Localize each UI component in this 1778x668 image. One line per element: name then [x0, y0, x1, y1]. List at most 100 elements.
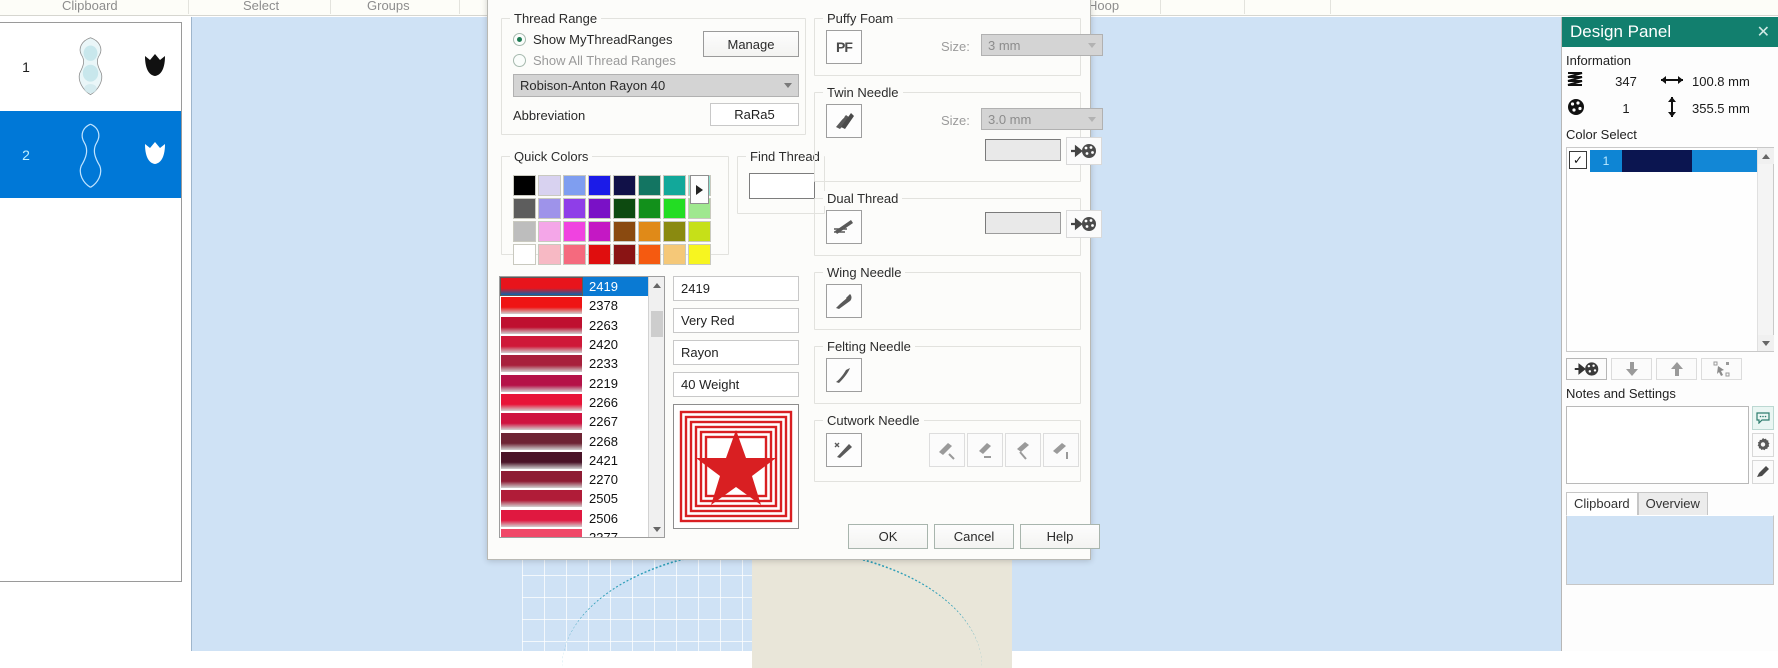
quick-colors-grid[interactable] — [513, 175, 711, 265]
select-object-button[interactable] — [1701, 358, 1742, 380]
move-up-button[interactable] — [1656, 358, 1697, 380]
quick-color-swatch[interactable] — [563, 175, 586, 196]
scroll-up-button[interactable] — [1758, 148, 1774, 164]
quick-color-swatch[interactable] — [613, 198, 636, 219]
thread-range-select[interactable]: Robison-Anton Rayon 40 — [513, 74, 799, 97]
quick-color-swatch[interactable] — [538, 244, 561, 265]
twin-needle-palette-button[interactable] — [1066, 137, 1102, 165]
abbreviation-field[interactable]: RaRa5 — [710, 103, 799, 126]
quick-color-swatch[interactable] — [613, 175, 636, 196]
quick-color-swatch[interactable] — [588, 221, 611, 242]
wing-needle-toggle[interactable] — [826, 284, 862, 318]
quick-color-swatch[interactable] — [688, 244, 711, 265]
quick-color-swatch[interactable] — [588, 175, 611, 196]
color-select-list[interactable]: ✓ 1 — [1566, 147, 1774, 352]
edit-pencil-button[interactable] — [1752, 460, 1774, 484]
panel-tabs[interactable]: Clipboard Overview — [1562, 484, 1778, 515]
settings-gear-button[interactable] — [1752, 433, 1774, 457]
quick-color-swatch[interactable] — [563, 198, 586, 219]
thread-list-item[interactable]: 2505 — [500, 489, 648, 508]
thread-list-item[interactable]: 2263 — [500, 316, 648, 335]
thread-list-item[interactable]: 2268 — [500, 431, 648, 450]
quick-color-swatch[interactable] — [638, 198, 661, 219]
thread-weight-field[interactable]: 40 Weight — [673, 372, 799, 397]
tab-clipboard[interactable]: Clipboard — [1566, 492, 1638, 515]
cutwork-blade-2-button[interactable] — [967, 433, 1003, 467]
dual-thread-toggle[interactable] — [826, 210, 862, 244]
thread-list-item[interactable]: 2378 — [500, 296, 648, 315]
radio-show-my-thread-ranges[interactable]: Show MyThreadRanges — [513, 32, 672, 47]
quick-color-swatch[interactable] — [513, 221, 536, 242]
quick-color-swatch[interactable] — [613, 221, 636, 242]
cutwork-blade-3-button[interactable] — [1005, 433, 1041, 467]
cutwork-blade-1-button[interactable] — [929, 433, 965, 467]
thread-list-item[interactable]: 2267 — [500, 412, 648, 431]
cancel-button[interactable]: Cancel — [934, 524, 1014, 549]
notes-textarea[interactable] — [1566, 406, 1749, 484]
quick-color-swatch[interactable] — [538, 198, 561, 219]
quick-color-swatch[interactable] — [663, 244, 686, 265]
thread-code-field[interactable]: 2419 — [673, 276, 799, 301]
manage-button[interactable]: Manage — [703, 31, 799, 57]
thread-list-item[interactable]: 2420 — [500, 335, 648, 354]
dual-thread-color-field[interactable] — [985, 212, 1061, 234]
quick-color-swatch[interactable] — [663, 175, 686, 196]
thread-list-scrollbar[interactable] — [648, 277, 664, 537]
quick-color-swatch[interactable] — [513, 175, 536, 196]
thread-list[interactable]: 2419 2378 2263 2420 2233 2219 2266 2267 2268 2421… — [499, 276, 665, 538]
list-item[interactable]: 1 — [0, 23, 181, 111]
notes-balloon-button[interactable] — [1752, 406, 1774, 430]
scroll-up-button[interactable] — [649, 277, 664, 293]
close-icon[interactable]: ✕ — [1757, 22, 1770, 42]
thread-list-rows[interactable]: 2419 2378 2263 2420 2233 2219 2266 2267 2268 2421… — [500, 277, 648, 537]
scroll-down-button[interactable] — [1758, 335, 1774, 351]
color-select-scrollbar[interactable] — [1757, 148, 1774, 351]
find-thread-input[interactable] — [749, 173, 815, 199]
radio-show-all-thread-ranges[interactable]: Show All Thread Ranges — [513, 53, 676, 68]
puffy-foam-size-select[interactable]: 3 mm — [981, 34, 1103, 56]
felting-needle-toggle[interactable] — [826, 358, 862, 392]
twin-needle-toggle[interactable] — [826, 104, 862, 138]
dual-thread-palette-button[interactable] — [1066, 210, 1102, 238]
quick-color-swatch[interactable] — [563, 221, 586, 242]
thread-list-item[interactable]: 2270 — [500, 470, 648, 489]
tab-overview[interactable]: Overview — [1637, 492, 1708, 515]
quick-color-swatch[interactable] — [663, 198, 686, 219]
thread-list-item[interactable]: 2421 — [500, 451, 648, 470]
quick-color-swatch[interactable] — [588, 198, 611, 219]
twin-needle-size-select[interactable]: 3.0 mm — [981, 108, 1103, 130]
quick-color-swatch[interactable] — [513, 244, 536, 265]
help-button[interactable]: Help — [1020, 524, 1100, 549]
quick-color-swatch[interactable] — [663, 221, 686, 242]
thread-material-field[interactable]: Rayon — [673, 340, 799, 365]
cutwork-blade-4-button[interactable] — [1043, 433, 1079, 467]
tab-panel-body[interactable] — [1566, 515, 1774, 585]
quick-color-swatch[interactable] — [588, 244, 611, 265]
list-item[interactable]: 2 — [0, 111, 181, 199]
quick-color-swatch[interactable] — [688, 221, 711, 242]
thread-list-item[interactable]: 2377 — [500, 528, 648, 537]
puffy-foam-toggle[interactable]: PF — [826, 30, 862, 64]
apply-palette-button[interactable] — [1566, 358, 1607, 380]
quick-color-swatch[interactable] — [513, 198, 536, 219]
move-down-button[interactable] — [1611, 358, 1652, 380]
thread-list-item[interactable]: 2233 — [500, 354, 648, 373]
quick-color-swatch[interactable] — [638, 175, 661, 196]
quick-color-swatch[interactable] — [538, 221, 561, 242]
thread-list-item[interactable]: 2219 — [500, 373, 648, 392]
cutwork-needle-toggle[interactable] — [826, 433, 862, 467]
design-list[interactable]: 1 2 — [0, 22, 182, 582]
scrollbar-thumb[interactable] — [651, 311, 663, 337]
quick-color-swatch[interactable] — [638, 221, 661, 242]
thread-list-item[interactable]: 2419 — [500, 277, 648, 297]
quick-color-swatch[interactable] — [563, 244, 586, 265]
color-select-row[interactable]: ✓ 1 — [1569, 150, 1771, 172]
twin-needle-color-field[interactable] — [985, 139, 1061, 161]
quick-colors-more-button[interactable] — [690, 175, 709, 204]
scroll-down-button[interactable] — [649, 521, 664, 537]
color-visible-checkbox[interactable]: ✓ — [1569, 151, 1587, 169]
quick-color-swatch[interactable] — [538, 175, 561, 196]
thread-name-field[interactable]: Very Red — [673, 308, 799, 333]
thread-list-item[interactable]: 2266 — [500, 393, 648, 412]
quick-color-swatch[interactable] — [638, 244, 661, 265]
